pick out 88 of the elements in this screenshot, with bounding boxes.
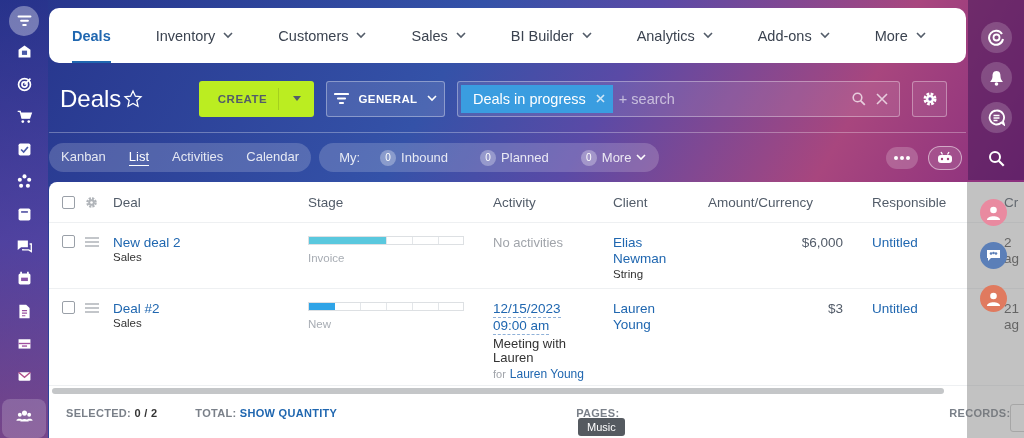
scrollbar[interactable] (52, 388, 944, 394)
count-badge: 0 (580, 149, 597, 166)
nav-tab[interactable]: Analytics (636, 8, 713, 63)
spiral-icon (987, 29, 1005, 46)
chat-icon[interactable] (15, 238, 33, 255)
responsible-link[interactable]: Untitled (872, 301, 918, 316)
person-icon (987, 205, 1000, 220)
star-icon[interactable] (123, 88, 143, 109)
column-header[interactable]: Amount/Currency (708, 194, 872, 210)
activity-date-link[interactable]: 12/15/2023 (493, 301, 561, 318)
created-text: 21 (1004, 301, 1021, 317)
nav-tab[interactable]: BI Builder (510, 8, 592, 63)
checkbox[interactable] (62, 195, 75, 209)
show-quantity-link[interactable]: SHOW QUANTITY (239, 407, 338, 419)
nav-tab[interactable]: Sales (411, 8, 466, 63)
counter-filter[interactable]: 0 Inbound (380, 149, 449, 166)
client-link[interactable]: Elias Newman (613, 235, 683, 267)
selected-count: 0 / 2 (134, 407, 158, 419)
pipeline-text: Sales (113, 251, 143, 263)
count-badge: 0 (480, 149, 497, 166)
settings-icon (921, 90, 938, 107)
created-text: ag (1004, 251, 1021, 267)
column-header[interactable]: Stage (308, 194, 493, 210)
selected-label: SELECTED: (66, 407, 132, 419)
amount-text: $6,000 (800, 235, 844, 250)
notifications-button[interactable] (980, 62, 1012, 93)
person-icon (987, 291, 1000, 306)
company-text: String (613, 268, 645, 280)
view-tab[interactable]: Calendar (246, 149, 300, 166)
client-link[interactable]: Lauren Young (613, 301, 683, 333)
caret-icon (292, 96, 301, 101)
counter-label: My: (339, 150, 361, 165)
counter-filter[interactable]: 0 More (580, 149, 647, 166)
total-label: TOTAL: (195, 407, 237, 419)
pages-label: PAGES: (576, 407, 620, 419)
dots-icon (894, 155, 911, 160)
deal-link[interactable]: New deal 2 (113, 235, 181, 250)
more-button[interactable] (886, 146, 919, 169)
nav-tab[interactable]: Customers (278, 8, 367, 63)
search-input[interactable]: + search (616, 89, 848, 108)
pipeline-text: Sales (113, 317, 143, 329)
view-tab[interactable]: List (128, 149, 150, 166)
filter-button[interactable]: GENERAL (326, 80, 445, 117)
funnel-icon (334, 92, 350, 105)
checkbox[interactable] (62, 235, 75, 248)
nav-tab[interactable]: Inventory (155, 8, 234, 63)
checkbox[interactable] (62, 301, 75, 314)
responsible-link[interactable]: Untitled (872, 235, 918, 250)
tooltip: Music (578, 418, 625, 436)
drag-handle-icon[interactable] (85, 236, 99, 247)
view-tab[interactable]: Kanban (61, 149, 106, 166)
group-chat-icon (986, 249, 1001, 262)
counter-filter[interactable]: 0 Planned (480, 149, 549, 166)
for-label: for (493, 368, 506, 380)
cart-icon[interactable] (15, 108, 33, 126)
bell-icon (988, 69, 1004, 86)
drag-handle-icon[interactable] (85, 302, 99, 313)
amount-text: $3 (826, 301, 844, 316)
create-button[interactable]: CREATE (199, 80, 314, 117)
created-text: 2 (1004, 235, 1013, 251)
settings-button[interactable] (912, 80, 947, 117)
stage-progress[interactable] (308, 302, 464, 311)
count-badge: 0 (380, 149, 397, 166)
target-icon[interactable] (15, 75, 33, 93)
activity-subject: Meeting with Lauren (493, 337, 567, 365)
column-header[interactable]: Client (613, 194, 708, 210)
clear-icon[interactable] (876, 92, 888, 105)
activity-text: No activities (493, 235, 564, 250)
column-header[interactable]: Deal (113, 194, 308, 210)
robot-button[interactable] (928, 145, 963, 170)
robot-icon (937, 151, 954, 164)
dots-icon[interactable] (15, 173, 33, 191)
copilot-button[interactable] (980, 22, 1012, 53)
activity-time-link[interactable]: 09:00 am (493, 318, 550, 335)
stage-label: Invoice (308, 252, 346, 264)
person-link[interactable]: Lauren Young (509, 367, 584, 381)
stage-label: New (308, 318, 332, 330)
nav-tab[interactable]: Add-ons (757, 8, 830, 63)
messages-button[interactable] (980, 102, 1012, 133)
chevron-icon (426, 95, 437, 102)
chat-icon (987, 109, 1005, 126)
search-icon[interactable] (987, 150, 1005, 167)
nav-tab[interactable]: More (874, 8, 926, 63)
deal-link[interactable]: Deal #2 (113, 301, 160, 316)
nav-tab[interactable]: Deals (72, 8, 111, 63)
created-text: ag (1004, 317, 1021, 333)
view-tab[interactable]: Activities (172, 149, 224, 166)
column-header[interactable]: Activity (493, 194, 613, 210)
